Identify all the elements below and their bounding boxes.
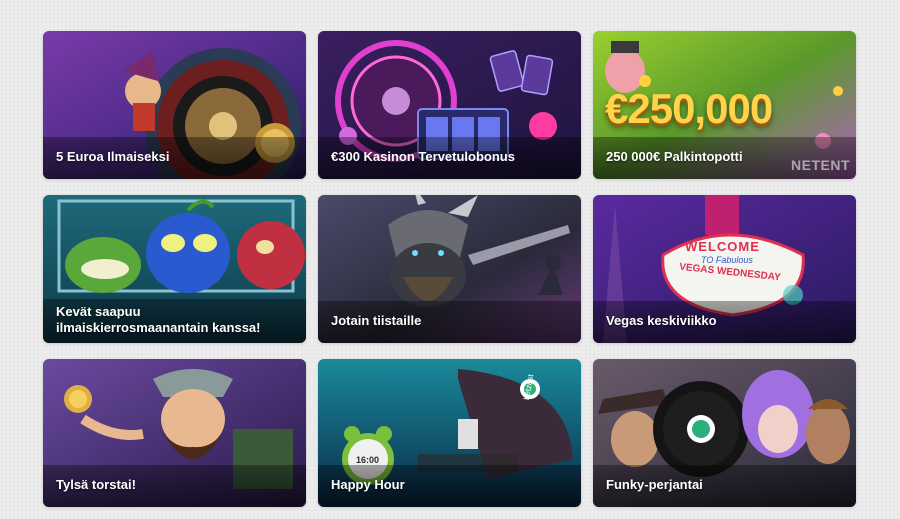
promo-title: Jotain tiistaille: [318, 301, 581, 343]
promo-card-prize-pool[interactable]: €250,000 250 000€ Palkintopotti NETENT: [593, 31, 856, 179]
promo-title: €300 Kasinon Tervetulobonus: [318, 137, 581, 179]
promo-title: Funky-perjantai: [593, 465, 856, 507]
sign-text-fabulous: TO Fabulous: [701, 255, 753, 265]
sign-text-welcome: WELCOME: [685, 239, 760, 254]
netent-logo: NETENT: [791, 157, 850, 173]
promo-title: Vegas keskiviikko: [593, 301, 856, 343]
promo-card-vegas-wednesday[interactable]: WELCOME TO Fabulous VEGAS WEDNESDAY Vega…: [593, 195, 856, 343]
prize-amount: €250,000: [605, 85, 773, 132]
promo-title: Kevät saapuu ilmaiskierrosmaanantain kan…: [43, 299, 306, 343]
promo-card-tuesday[interactable]: Jotain tiistaille: [318, 195, 581, 343]
promo-card-thursday[interactable]: Tylsä torstai!: [43, 359, 306, 507]
promo-card-welcome-bonus[interactable]: €300 Kasinon Tervetulobonus: [318, 31, 581, 179]
clock-time: 16:00: [356, 455, 380, 465]
promotions-grid: 5 Euroa Ilmaiseksi €300 Kasinon Tervetul…: [43, 31, 856, 507]
promo-title: Tylsä torstai!: [43, 465, 306, 507]
promo-card-funky-friday[interactable]: Funky-perjantai: [593, 359, 856, 507]
promo-title: 5 Euroa Ilmaiseksi: [43, 137, 306, 179]
promo-card-5-euroa[interactable]: 5 Euroa Ilmaiseksi: [43, 31, 306, 179]
promo-title: Happy Hour: [318, 465, 581, 507]
promo-card-happy-hour[interactable]: 16:00 betzest Happy Hour: [318, 359, 581, 507]
promo-card-spring-free-spins[interactable]: Kevät saapuu ilmaiskierrosmaanantain kan…: [43, 195, 306, 343]
